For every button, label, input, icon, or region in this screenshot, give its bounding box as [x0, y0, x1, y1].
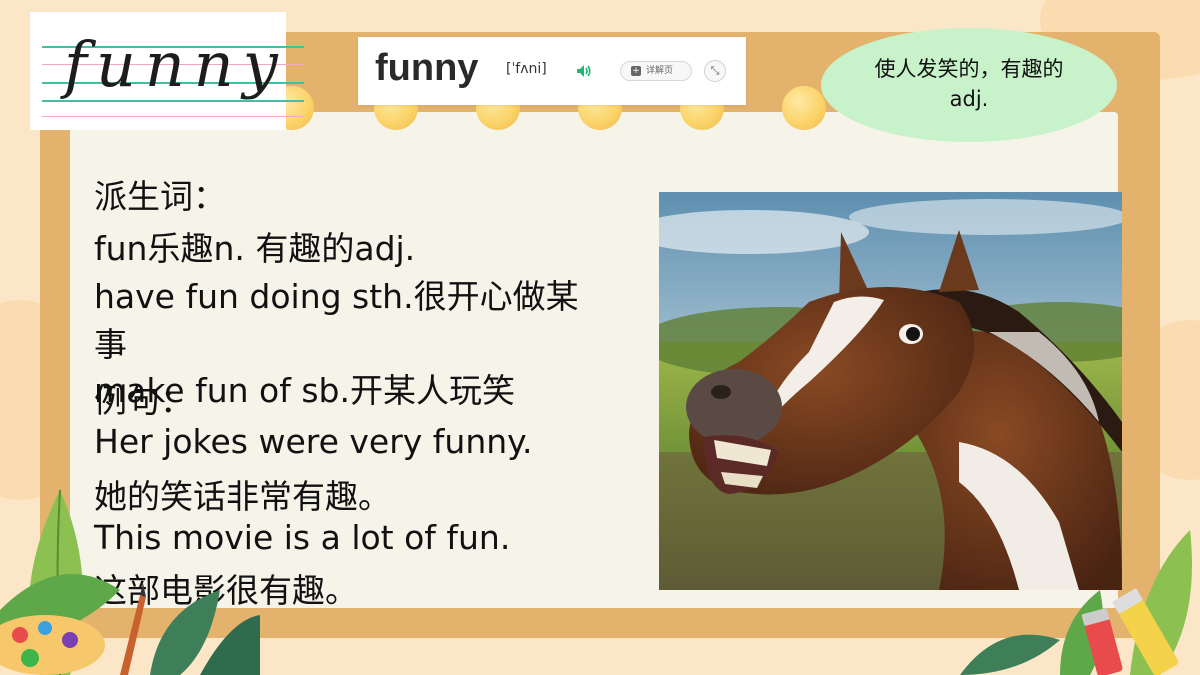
derivative-line: 事	[94, 325, 127, 364]
dictionary-card: funny [ˈfʌni] + 详解页 ⤡	[358, 37, 746, 105]
detail-page-label: 详解页	[646, 66, 674, 76]
leaf-decoration	[960, 530, 1192, 675]
dictionary-word: funny	[375, 47, 479, 89]
meaning-bubble: 使人发笑的，有趣的 adj.	[821, 28, 1117, 142]
example-en: Her jokes were very funny.	[94, 422, 533, 461]
part-of-speech: adj.	[949, 87, 989, 111]
handwritten-word: funny	[64, 28, 287, 101]
guide-line	[42, 116, 304, 117]
derivative-line: fun乐趣n. 有趣的adj.	[94, 229, 416, 268]
derivatives-heading: 派生词：	[94, 177, 226, 216]
phonetic: [ˈfʌni]	[506, 61, 547, 77]
speaker-icon[interactable]	[576, 64, 592, 78]
plus-icon: +	[631, 66, 641, 76]
expand-icon[interactable]: ⤡	[704, 60, 726, 82]
leaf-decoration	[0, 489, 260, 675]
derivative-line: have fun doing sth.很开心做某	[94, 277, 579, 316]
meaning-text: 使人发笑的，有趣的	[874, 57, 1064, 81]
binder-ring	[782, 86, 826, 130]
detail-page-button[interactable]: + 详解页	[620, 61, 692, 81]
examples-heading: 例句：	[94, 381, 193, 420]
handwriting-card: funny	[30, 12, 304, 130]
